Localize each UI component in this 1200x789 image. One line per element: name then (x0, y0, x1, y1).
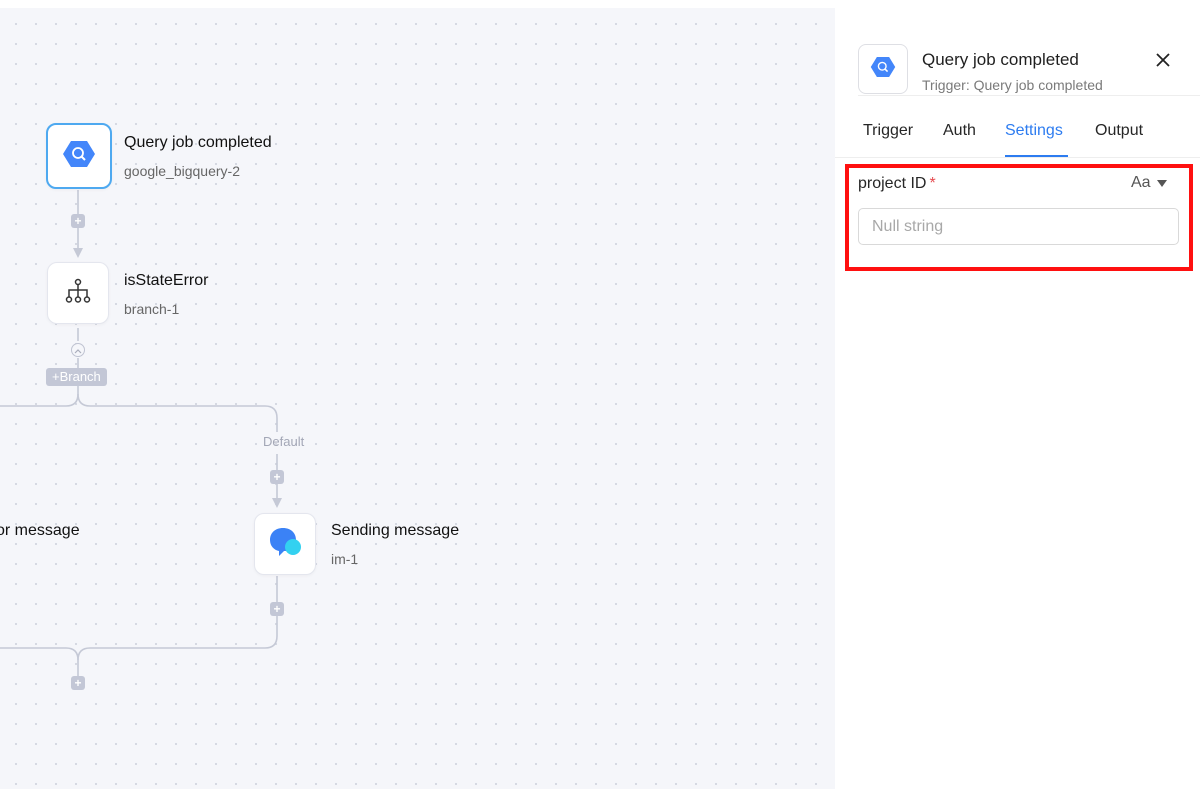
connector-line (77, 616, 278, 676)
tabs-divider (835, 157, 1200, 158)
panel-tabs: Trigger Auth Settings Output (835, 122, 1200, 158)
add-node-button[interactable]: + (270, 470, 284, 484)
node-subtitle: google_bigquery-2 (124, 163, 240, 179)
field-label-text: project ID (858, 175, 927, 192)
required-mark: * (929, 175, 936, 192)
text-type-icon: Aa (1131, 174, 1151, 191)
panel-subtitle: Trigger: Query job completed (922, 77, 1103, 93)
node-title: Sending message (331, 522, 460, 539)
bigquery-icon (62, 137, 96, 176)
value-type-toggle[interactable]: Aa (1131, 174, 1167, 192)
project-id-input[interactable] (858, 208, 1179, 245)
panel-node-icon (858, 44, 908, 94)
node-subtitle: branch-1 (124, 301, 180, 317)
add-node-button[interactable]: + (71, 676, 85, 690)
close-button[interactable] (1151, 50, 1175, 74)
close-icon (1155, 52, 1171, 73)
node-subtitle: im-1 (331, 551, 359, 567)
collapse-branch-button[interactable] (71, 343, 85, 357)
arrow-head (73, 248, 83, 258)
default-branch-label: Default (263, 434, 305, 449)
node-config-panel: Query job completed Trigger: Query job c… (835, 22, 1200, 789)
arrow-head (272, 498, 282, 508)
tab-settings[interactable]: Settings (1005, 122, 1063, 140)
add-node-button[interactable]: + (270, 602, 284, 616)
tab-auth[interactable]: Auth (943, 122, 976, 140)
chat-bubbles-icon (267, 525, 303, 564)
connector-line (0, 647, 79, 661)
add-branch-button[interactable]: +Branch (46, 368, 107, 386)
panel-title: Query job completed (922, 50, 1079, 69)
node-is-state-error[interactable] (47, 262, 109, 324)
connector-line (77, 393, 278, 432)
node-query-job-completed[interactable] (46, 123, 112, 189)
node-sending-message[interactable] (254, 513, 316, 575)
node-title: isStateError (124, 272, 209, 289)
tab-output[interactable]: Output (1095, 122, 1143, 140)
header-divider (858, 95, 1200, 96)
branch-icon (64, 277, 92, 310)
chevron-up-icon (74, 341, 82, 359)
node-title: or message (0, 522, 80, 539)
workflow-canvas[interactable]: Query job completed google_bigquery-2 + … (0, 8, 835, 789)
project-id-label: project ID * (858, 175, 936, 193)
connector-lines (0, 190, 282, 676)
add-node-button[interactable]: + (71, 214, 85, 228)
connector-line (0, 386, 79, 407)
caret-down-icon (1156, 174, 1167, 192)
node-title: Query job completed (124, 134, 272, 151)
tab-trigger[interactable]: Trigger (863, 122, 913, 140)
bigquery-icon (870, 54, 896, 85)
